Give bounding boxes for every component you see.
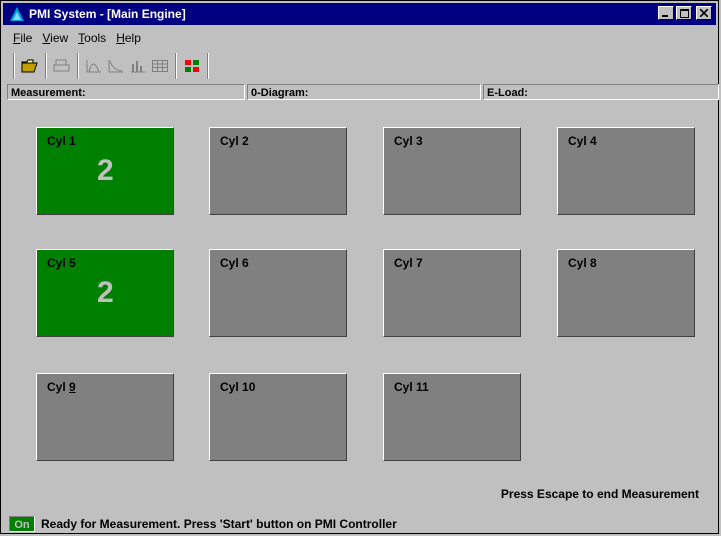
cylinder-label: Cyl 10	[220, 380, 255, 394]
cylinder-number: 5	[69, 256, 76, 270]
cylinder-label: Cyl 5	[47, 256, 76, 270]
cylinder-number: 9	[69, 380, 76, 394]
cylinder-label: Cyl 7	[394, 256, 423, 270]
cylinder-label: Cyl 2	[220, 134, 249, 148]
menu-file[interactable]: File	[9, 29, 38, 47]
bar-chart-button[interactable]	[127, 55, 149, 77]
cylinder-prefix: Cyl	[220, 256, 243, 270]
diagram-icon	[108, 60, 123, 73]
toolbar-separator	[13, 53, 15, 79]
menu-tools[interactable]: Tools	[74, 29, 112, 47]
menu-label: ools	[84, 31, 107, 45]
cylinder-number: 11	[416, 380, 429, 394]
grid-colors-icon	[185, 60, 199, 72]
cylinder-prefix: Cyl	[220, 134, 243, 148]
cylinder-number: 8	[590, 256, 597, 270]
toolbar-separator	[77, 53, 79, 79]
cylinder-number: 1	[69, 134, 76, 148]
cylinder-number: 2	[242, 134, 249, 148]
cylinder-number: 6	[242, 256, 249, 270]
cylinder-tile-2[interactable]: Cyl 2	[209, 127, 347, 215]
toolbar	[9, 51, 709, 81]
measurement-count: 2	[97, 154, 114, 187]
measurement-field: Measurement:	[7, 84, 245, 100]
table-icon	[152, 60, 168, 72]
cylinder-prefix: Cyl	[394, 380, 417, 394]
app-logo-icon	[10, 7, 24, 21]
menu-label: ile	[20, 31, 33, 45]
status-message: Ready for Measurement. Press 'Start' but…	[41, 517, 397, 531]
cylinder-number: 3	[416, 134, 423, 148]
cylinder-label: Cyl 11	[394, 380, 429, 394]
close-icon	[700, 9, 708, 17]
cylinder-number: 4	[590, 134, 597, 148]
cylinder-tile-10[interactable]: Cyl 10	[209, 373, 347, 461]
menu-label: elp	[124, 31, 141, 45]
open-folder-icon	[21, 59, 38, 73]
cylinder-prefix: Cyl	[394, 256, 417, 270]
diagram-field: 0-Diagram:	[247, 84, 481, 100]
open-button[interactable]	[19, 55, 41, 77]
diagram-button[interactable]	[105, 55, 127, 77]
menu-accelerator: V	[42, 31, 51, 45]
cylinder-label: Cyl 3	[394, 134, 423, 148]
maximize-button[interactable]	[676, 6, 692, 20]
cylinder-tile-1[interactable]: Cyl 1 2	[36, 127, 174, 215]
menu-help[interactable]: Help	[112, 29, 147, 47]
cylinder-tile-6[interactable]: Cyl 6	[209, 249, 347, 337]
eload-field: E-Load:	[483, 84, 719, 100]
print-icon	[53, 59, 70, 72]
cylinder-tile-5[interactable]: Cyl 5 2	[36, 249, 174, 337]
menu-accelerator: H	[116, 31, 125, 45]
cylinder-panel: Press Escape to end Measurement Cyl 1 2 Cy…	[9, 107, 719, 513]
pressure-curve-icon	[86, 60, 101, 73]
cylinder-prefix: Cyl	[47, 380, 70, 394]
main-window: PMI System - [Main Engine] File View Tools…	[0, 0, 719, 534]
menu-label: iew	[50, 31, 69, 45]
cylinder-label: Cyl 4	[568, 134, 597, 148]
cylinder-prefix: Cyl	[47, 256, 70, 270]
cylinder-prefix: Cyl	[568, 134, 591, 148]
toolbar-separator	[207, 53, 209, 79]
cylinder-number: 7	[416, 256, 423, 270]
pressure-curve-button[interactable]	[83, 55, 105, 77]
title-bar[interactable]: PMI System - [Main Engine]	[3, 3, 716, 25]
toolbar-separator	[175, 53, 177, 79]
cylinder-label: Cyl 6	[220, 256, 249, 270]
print-button[interactable]	[51, 55, 73, 77]
escape-hint: Press Escape to end Measurement	[500, 487, 699, 501]
maximize-icon	[679, 8, 689, 18]
info-bar: Measurement: 0-Diagram: E-Load:	[7, 84, 719, 102]
minimize-icon	[662, 15, 668, 17]
status-indicator: On	[9, 516, 35, 532]
minimize-button[interactable]	[658, 6, 674, 20]
cylinder-tile-9[interactable]: Cyl 9	[36, 373, 174, 461]
cylinder-tile-3[interactable]: Cyl 3	[383, 127, 521, 215]
cylinder-tile-7[interactable]: Cyl 7	[383, 249, 521, 337]
cylinder-label: Cyl 8	[568, 256, 597, 270]
cylinder-label: Cyl 9	[47, 380, 76, 394]
menu-view[interactable]: View	[38, 29, 74, 47]
toolbar-separator	[45, 53, 47, 79]
status-bar: On Ready for Measurement. Press 'Start' …	[9, 515, 717, 533]
table-button[interactable]	[149, 55, 171, 77]
menu-bar: File View Tools Help	[9, 29, 147, 47]
cylinder-label: Cyl 1	[47, 134, 76, 148]
cylinder-tile-11[interactable]: Cyl 11	[383, 373, 521, 461]
cylinder-prefix: Cyl	[568, 256, 591, 270]
cylinder-grid-button[interactable]	[181, 55, 203, 77]
cylinder-prefix: Cyl	[220, 380, 243, 394]
window-title: PMI System - [Main Engine]	[29, 7, 186, 21]
cylinder-prefix: Cyl	[47, 134, 70, 148]
cylinder-prefix: Cyl	[394, 134, 417, 148]
bar-chart-icon	[131, 61, 145, 73]
cylinder-tile-4[interactable]: Cyl 4	[557, 127, 695, 215]
cylinder-tile-8[interactable]: Cyl 8	[557, 249, 695, 337]
measurement-count: 2	[97, 276, 114, 309]
close-button[interactable]	[696, 6, 712, 20]
cylinder-number: 10	[242, 380, 256, 394]
